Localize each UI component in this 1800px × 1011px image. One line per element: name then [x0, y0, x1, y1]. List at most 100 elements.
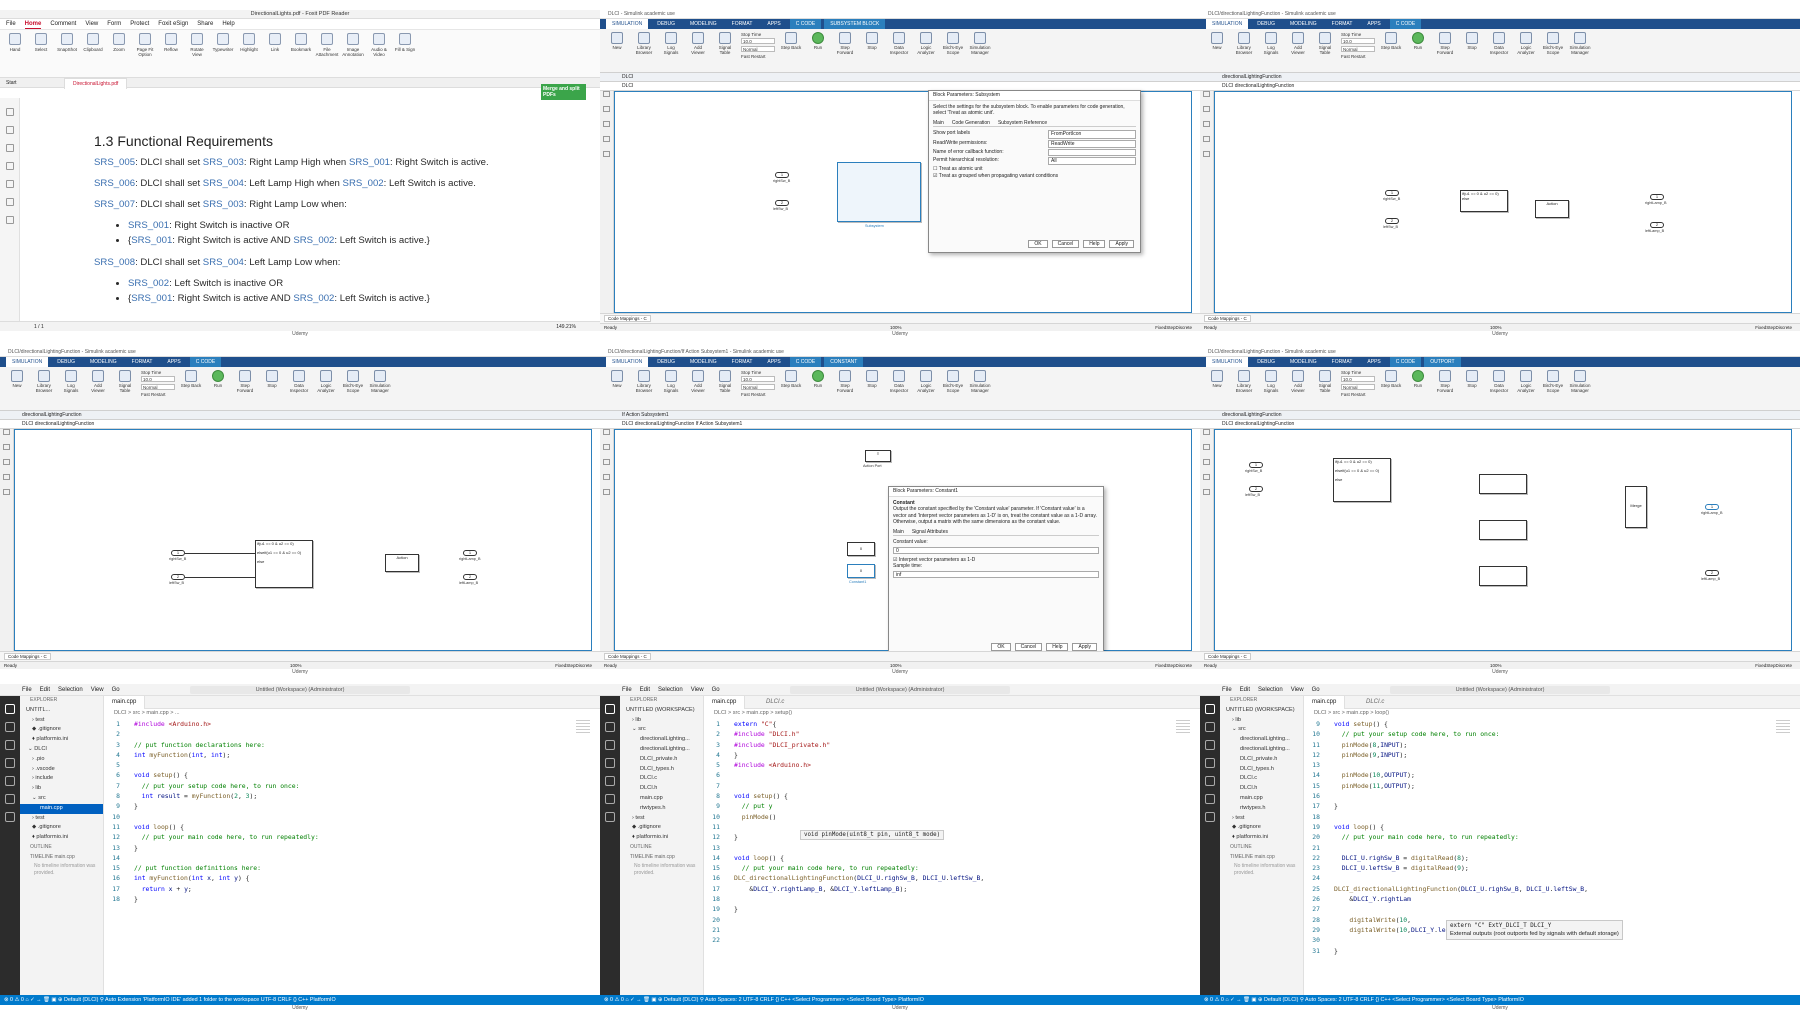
extensions-icon[interactable] [5, 776, 15, 786]
tab-modeling[interactable]: MODELING [1284, 357, 1323, 367]
platformio-icon[interactable] [605, 812, 615, 822]
minimap[interactable] [576, 720, 590, 734]
reflow-button[interactable]: Reflow [160, 33, 182, 74]
menu-foxit-esign[interactable]: Foxit eSign [158, 19, 188, 29]
menu-file[interactable]: File [1222, 684, 1232, 695]
annotation-icon[interactable] [1203, 474, 1210, 480]
tree-item[interactable]: ⌄ src [20, 794, 103, 804]
tree-item[interactable]: ◆ .gitignore [20, 725, 103, 735]
code-editor[interactable]: 1 extern "C"{ 2 #include "DLCI.h" 3 #includ… [704, 719, 1174, 995]
tab-apps[interactable]: APPS [761, 19, 786, 29]
tree-item[interactable]: › test [20, 814, 103, 824]
tab-apps[interactable]: APPS [1361, 19, 1386, 29]
tree-item[interactable]: ♦ platformio.ini [620, 833, 703, 843]
menu-view[interactable]: View [1291, 684, 1304, 695]
menu-file[interactable]: File [6, 19, 16, 29]
merge-split-banner[interactable]: Merge and split PDFs [541, 84, 586, 100]
tab-debug[interactable]: DEBUG [1251, 19, 1281, 29]
menu-selection[interactable]: Selection [58, 684, 83, 695]
req-link[interactable]: SRS_002 [343, 178, 384, 189]
tab-dlci-c[interactable]: DLCI.c [1366, 696, 1384, 709]
arrow-icon[interactable] [1203, 459, 1210, 465]
stop-button[interactable]: Stop [861, 370, 883, 407]
inport-block[interactable]: 1 [1385, 190, 1399, 196]
inport-block[interactable]: 2 [1249, 486, 1263, 492]
tab-main-cpp[interactable]: main.cpp [1304, 696, 1346, 709]
simulation-manager-button[interactable]: Simulation Manager [369, 370, 391, 407]
code-mappings-tab[interactable]: Code Mappings - C [1204, 653, 1251, 660]
library-browser-button[interactable]: Library Browser [1233, 32, 1255, 69]
tab-main-cpp[interactable]: main.cpp [104, 696, 146, 709]
action-subsystem-block[interactable] [1479, 566, 1527, 586]
req-link[interactable]: SRS_001 [131, 293, 172, 304]
add-viewer-button[interactable]: Add Viewer [1287, 32, 1309, 69]
code-editor[interactable]: 1 #include <Arduino.h> 2 3// put function… [104, 719, 574, 995]
bird-s-eye-scope-button[interactable]: Bird's-Eye Scope [1542, 370, 1564, 407]
stop-time-input[interactable]: 10.0 [741, 38, 775, 44]
subsystem-block[interactable] [837, 162, 921, 222]
code-mappings-tab[interactable]: Code Mappings - C [1204, 315, 1251, 322]
constant-block-selected[interactable]: 0 [847, 564, 875, 578]
new-button[interactable]: New [606, 370, 628, 407]
tree-item[interactable]: main.cpp [20, 803, 103, 814]
req-link[interactable]: SRS_004 [203, 257, 244, 268]
tab-main[interactable]: Main [933, 120, 944, 127]
code-editor[interactable]: 9 void setup() { 10 // put your setup cod… [1304, 719, 1774, 995]
data-inspector-button[interactable]: Data Inspector [288, 370, 310, 407]
tree-item[interactable]: DLCI.h [1220, 784, 1303, 794]
model-canvas[interactable]: 1 rightSw_B 2 leftSw_B if(u1 == 0 & u2 =… [1214, 91, 1792, 313]
simulation-mode-select[interactable]: Normal [1341, 384, 1375, 390]
search-icon[interactable] [5, 722, 15, 732]
command-center[interactable]: Untitled (Workspace) (Administrator) [790, 686, 1010, 694]
image-icon[interactable] [603, 151, 610, 157]
arrow-icon[interactable] [603, 459, 610, 465]
library-browser-button[interactable]: Library Browser [633, 32, 655, 69]
constant-block[interactable]: 0 [847, 542, 875, 556]
apply-button[interactable]: Apply [1072, 642, 1097, 651]
tree-item[interactable]: ◆ .gitignore [620, 823, 703, 833]
cancel-button[interactable]: Cancel [1051, 239, 1080, 248]
code-mappings-tab[interactable]: Code Mappings - C [604, 315, 651, 322]
tree-item[interactable]: ◆ .gitignore [1220, 823, 1303, 833]
rotate-view-button[interactable]: Rotate View [186, 33, 208, 74]
tab-debug[interactable]: DEBUG [651, 19, 681, 29]
zoom-icon[interactable] [603, 429, 610, 435]
attachments-icon[interactable] [5, 180, 14, 188]
log-signals-button[interactable]: Log Signals [660, 370, 682, 407]
menu-protect[interactable]: Protect [130, 19, 149, 29]
simulation-manager-button[interactable]: Simulation Manager [969, 32, 991, 69]
menu-form[interactable]: Form [107, 19, 121, 29]
tree-item[interactable]: › test [20, 716, 103, 726]
run-debug-icon[interactable] [605, 758, 615, 768]
zoom-icon[interactable] [3, 429, 10, 435]
model-nav[interactable]: directionalLightingFunction [1200, 73, 1800, 82]
source-control-icon[interactable] [1205, 740, 1215, 750]
page-fit-option-button[interactable]: Page Fit Option [134, 33, 156, 74]
signal-line[interactable] [185, 577, 255, 578]
tree-item[interactable]: ⌄ DLCI [20, 745, 103, 755]
layers-icon[interactable] [5, 144, 14, 152]
run-debug-icon[interactable] [5, 758, 15, 768]
test-icon[interactable] [1205, 794, 1215, 804]
tree-item[interactable]: DLCI_private.h [1220, 755, 1303, 765]
run-button[interactable]: Run [207, 370, 229, 407]
menu-edit[interactable]: Edit [640, 684, 650, 695]
menu-view[interactable]: View [85, 19, 98, 29]
tree-item[interactable]: UNTITLED (WORKSPACE) [620, 706, 703, 716]
outline-header[interactable]: OUTLINE [1220, 843, 1303, 853]
explorer-icon[interactable] [1205, 704, 1215, 714]
tab-format[interactable]: FORMAT [1326, 357, 1359, 367]
new-button[interactable]: New [6, 370, 28, 407]
fast-restart-toggle[interactable]: Fast Restart [741, 54, 766, 59]
simulation-mode-select[interactable]: Normal [741, 46, 775, 52]
req-link[interactable]: SRS_001 [128, 220, 169, 231]
menu-go[interactable]: Go [112, 684, 120, 695]
breadcrumb[interactable]: DLCI directionalLightingFunction [1200, 420, 1800, 429]
signal-table-button[interactable]: Signal Table [714, 32, 736, 69]
run-debug-icon[interactable] [1205, 758, 1215, 768]
tree-item[interactable]: ♦ platformio.ini [1220, 833, 1303, 843]
new-button[interactable]: New [606, 32, 628, 69]
arrow-icon[interactable] [603, 121, 610, 127]
fit-icon[interactable] [3, 444, 10, 450]
tree-item[interactable]: DLCI.h [620, 784, 703, 794]
